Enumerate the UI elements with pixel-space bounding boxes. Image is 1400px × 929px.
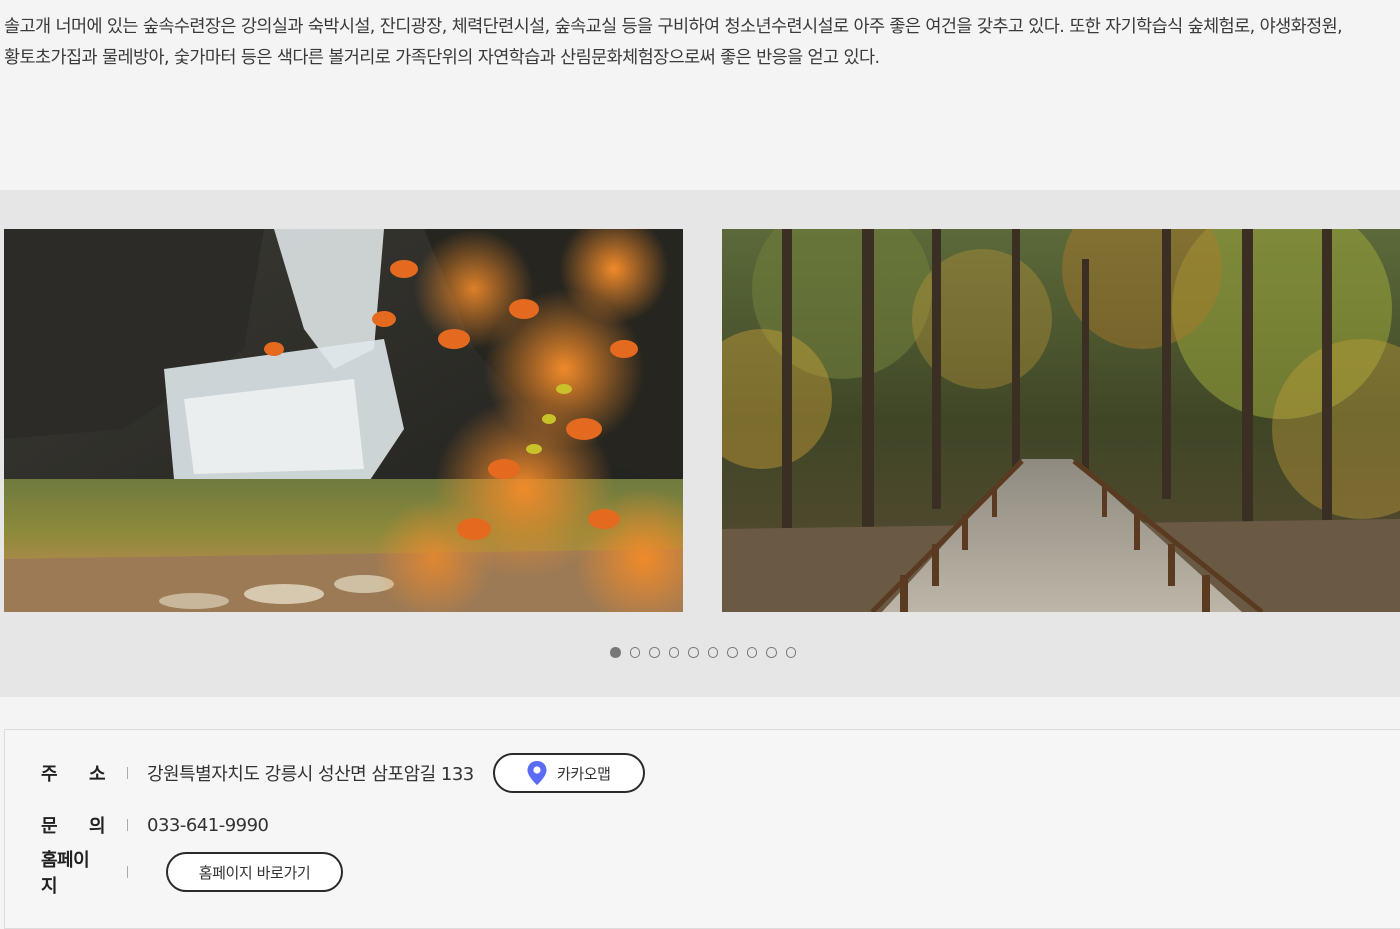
homepage-link-label: 홈페이지 바로가기 [198,863,311,882]
homepage-label: 홈페이지 [41,850,90,897]
pagination-dot-8[interactable] [746,647,757,658]
description-line-1: 솔고개 너머에 있는 숲속수련장은 강의실과 숙박시설, 잔디광장, 체력단련시… [4,17,1343,37]
facility-info: 주 소 강원특별자치도 강릉시 성산면 삼포암길 133 카카오맵 문 의 03… [4,729,1400,929]
divider [127,819,128,831]
address-label-char-2: 소 [88,764,106,785]
address-value: 강원특별자치도 강릉시 성산면 삼포암길 133 [147,764,474,785]
gallery-pagination [610,647,796,659]
contact-value: 033-641-9990 [147,814,269,836]
pagination-dot-2[interactable] [629,647,640,658]
contact-label-char-2: 의 [88,816,106,837]
kakao-map-label: 카카오맵 [556,764,611,783]
boardwalk-photo [722,229,1400,612]
pagination-dot-6[interactable] [707,647,718,658]
kakao-map-button[interactable]: 카카오맵 [492,753,645,793]
pagination-dot-4[interactable] [668,647,679,658]
description-line-2: 황토초가집과 물레방아, 숯가마터 등은 색다른 볼거리로 가족단위의 자연학습… [4,48,880,68]
homepage-link-button[interactable]: 홈페이지 바로가기 [166,852,343,892]
pagination-dot-9[interactable] [766,647,777,658]
photo-gallery [0,190,1400,697]
homepage-row: 홈페이지 홈페이지 바로가기 [41,850,343,897]
divider [127,767,128,779]
pagination-dot-1[interactable] [610,647,621,658]
contact-label: 문 의 [41,812,106,838]
gallery-slide-boardwalk[interactable] [722,229,1400,612]
divider [127,866,128,878]
contact-label-char-1: 문 [41,816,58,837]
waterfall-photo [4,229,683,612]
pagination-dot-3[interactable] [649,647,660,658]
facility-description: 솔고개 너머에 있는 숲속수련장은 강의실과 숙박시설, 잔디광장, 체력단련시… [4,12,1394,74]
pagination-dot-10[interactable] [785,647,796,658]
pagination-dot-5[interactable] [688,647,699,658]
address-label-char-1: 주 [41,764,58,785]
address-label: 주 소 [41,760,106,786]
address-row: 주 소 강원특별자치도 강릉시 성산면 삼포암길 133 카카오맵 [41,753,645,793]
pagination-dot-7[interactable] [727,647,738,658]
gallery-slide-waterfall[interactable] [4,229,683,612]
contact-row: 문 의 033-641-9990 [41,805,269,845]
map-pin-icon [527,761,547,785]
